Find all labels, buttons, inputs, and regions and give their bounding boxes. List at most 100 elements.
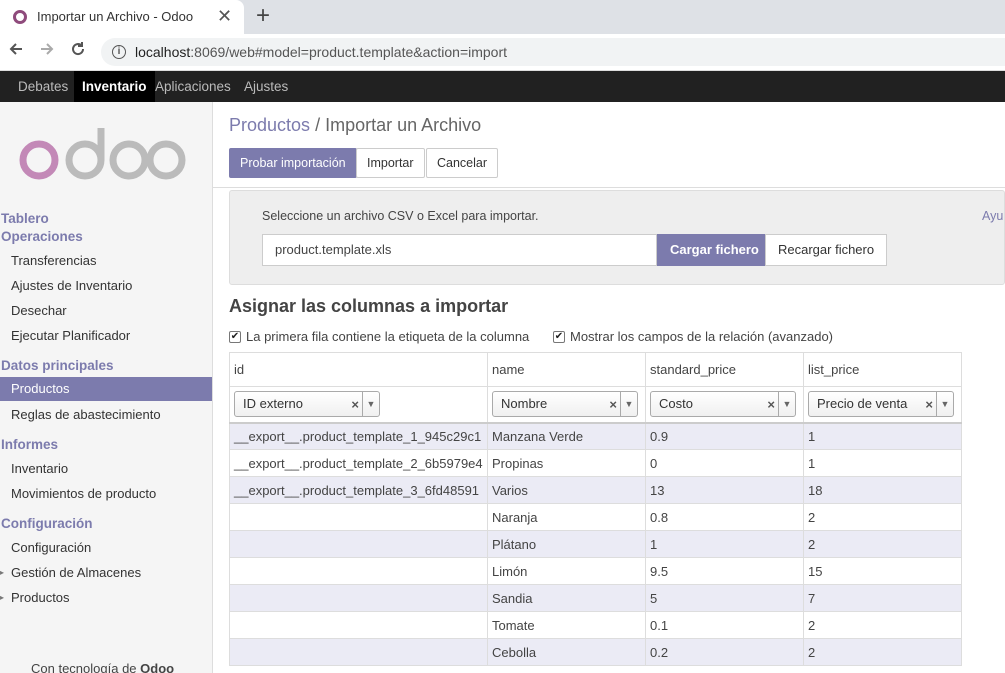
header-row-checkbox[interactable]: ✔ La primera fila contiene la etiqueta d…	[229, 329, 529, 344]
field-select-standard-price[interactable]: Costo × ▼	[650, 391, 796, 418]
table-row: Cebolla 0.2 2	[229, 638, 962, 666]
breadcrumb-productos[interactable]: Productos	[229, 115, 310, 135]
table-cell	[229, 503, 488, 531]
url-host: localhost	[135, 44, 191, 60]
cancel-button[interactable]: Cancelar	[426, 148, 499, 178]
sidebar-item-gestion-almacenes[interactable]: Gestión de Almacenes	[11, 565, 141, 580]
sidebar-heading-configuracion: Configuración	[1, 516, 93, 531]
sidebar-item-reglas-abastecimiento[interactable]: Reglas de abastecimiento	[11, 407, 161, 422]
table-cell: 2	[803, 638, 962, 666]
menu-debates[interactable]: Debates	[10, 71, 76, 102]
chevron-down-icon[interactable]: ▼	[620, 392, 637, 417]
table-cell: __export__.product_template_2_6b5979e4	[229, 449, 488, 477]
odoo-logo[interactable]	[18, 122, 188, 182]
info-icon[interactable]: i	[112, 45, 126, 59]
table-cell: 15	[803, 557, 962, 585]
table-cell	[229, 557, 488, 585]
load-file-button[interactable]: Cargar fichero	[657, 234, 772, 266]
table-cell: Cebolla	[487, 638, 646, 666]
sidebar-item-inventario[interactable]: Inventario	[11, 461, 68, 476]
sidebar-item-ejecutar-planificador[interactable]: Ejecutar Planificador	[11, 328, 130, 343]
table-cell	[229, 638, 488, 666]
back-arrow-icon[interactable]	[7, 40, 25, 63]
url-path: :8069/web#model=product.template&action=…	[190, 44, 508, 60]
sidebar-item-ajustes-inventario[interactable]: Ajustes de Inventario	[11, 278, 132, 293]
url-field[interactable]: i localhost:8069/web#model=product.templ…	[101, 38, 1005, 66]
field-select-value: Costo	[659, 396, 693, 412]
table-cell	[229, 584, 488, 612]
reload-file-button[interactable]: Recargar fichero	[765, 234, 888, 266]
table-cell: Limón	[487, 557, 646, 585]
table-cell: Sandia	[487, 584, 646, 612]
table-cell	[229, 530, 488, 558]
table-cell: 1	[803, 422, 962, 450]
table-cell: 0.8	[645, 503, 804, 531]
sidebar-item-desechar[interactable]: Desechar	[11, 303, 67, 318]
menu-inventario[interactable]: Inventario	[74, 71, 155, 102]
column-header: standard_price	[645, 352, 804, 387]
column-header: list_price	[803, 352, 962, 387]
table-cell: Manzana Verde	[487, 422, 646, 450]
breadcrumb-current: Importar un Archivo	[325, 115, 482, 135]
table-cell: Plátano	[487, 530, 646, 558]
powered-by-brand[interactable]: Odoo	[140, 661, 174, 673]
reload-icon[interactable]	[69, 40, 87, 63]
main-content: Productos / Importar un Archivo Probar i…	[213, 102, 1005, 673]
table-cell: 2	[803, 503, 962, 531]
table-cell: Varios	[487, 476, 646, 504]
clear-icon[interactable]: ×	[351, 393, 359, 417]
file-name-field[interactable]: product.template.xls	[262, 234, 657, 266]
table-cell: __export__.product_template_3_6fd48591	[229, 476, 488, 504]
import-preview-table: id name standard_price list_price ID ext…	[229, 352, 962, 666]
import-button[interactable]: Importar	[356, 148, 425, 178]
table-cell	[229, 611, 488, 639]
menu-aplicaciones[interactable]: Aplicaciones	[147, 71, 239, 102]
new-tab-icon[interactable]: +	[256, 3, 270, 29]
checkbox-checked-icon[interactable]: ✔	[553, 330, 565, 343]
table-cell: 13	[645, 476, 804, 504]
table-cell: Propinas	[487, 449, 646, 477]
table-cell: __export__.product_template_1_945c29c1	[229, 422, 488, 450]
chevron-down-icon[interactable]: ▼	[778, 392, 795, 417]
column-header: id	[229, 352, 488, 387]
caret-right-icon: ▸	[0, 593, 5, 602]
sidebar-item-transferencias[interactable]: Transferencias	[11, 253, 97, 268]
help-link[interactable]: Ayu	[982, 209, 1003, 223]
browser-tab[interactable]: Importar un Archivo - Odoo ✕	[0, 0, 244, 34]
file-import-panel: Seleccione un archivo CSV o Excel para i…	[229, 190, 1005, 285]
clear-icon[interactable]: ×	[609, 393, 617, 417]
forward-arrow-icon[interactable]	[38, 40, 56, 63]
field-select-id[interactable]: ID externo × ▼	[234, 391, 380, 418]
table-cell: 0.9	[645, 422, 804, 450]
table-row: Tomate 0.1 2	[229, 611, 962, 639]
table-cell: 0.2	[645, 638, 804, 666]
test-import-button[interactable]: Probar importación	[229, 148, 357, 178]
sidebar-item-movimientos-producto[interactable]: Movimientos de producto	[11, 486, 156, 501]
clear-icon[interactable]: ×	[767, 393, 775, 417]
caret-right-icon: ▸	[0, 568, 5, 577]
sidebar-heading-datos-principales: Datos principales	[1, 358, 114, 373]
control-panel: Productos / Importar un Archivo Probar i…	[213, 102, 1005, 188]
table-cell: 2	[803, 611, 962, 639]
field-select-name[interactable]: Nombre × ▼	[492, 391, 638, 418]
breadcrumb: Productos / Importar un Archivo	[229, 115, 481, 136]
address-bar: i localhost:8069/web#model=product.templ…	[0, 34, 1005, 71]
checkbox-checked-icon[interactable]: ✔	[229, 330, 241, 343]
sidebar-item-productos-config[interactable]: Productos	[11, 590, 70, 605]
field-select-value: Nombre	[501, 396, 548, 412]
sidebar-item-configuracion[interactable]: Configuración	[11, 540, 91, 555]
clear-icon[interactable]: ×	[925, 393, 933, 417]
sidebar-tablero[interactable]: Tablero	[1, 211, 49, 226]
field-select-list-price[interactable]: Precio de venta × ▼	[808, 391, 954, 418]
table-cell: 1	[645, 530, 804, 558]
show-relations-checkbox[interactable]: ✔ Mostrar los campos de la relación (ava…	[553, 329, 833, 344]
tab-close-icon[interactable]: ✕	[217, 6, 232, 26]
menu-ajustes[interactable]: Ajustes	[236, 71, 296, 102]
sidebar-item-productos[interactable]: Productos	[0, 377, 212, 401]
powered-by: Con tecnología de Odoo	[31, 661, 174, 673]
chevron-down-icon[interactable]: ▼	[936, 392, 953, 417]
field-select-value: Precio de venta	[817, 396, 908, 412]
table-cell: Tomate	[487, 611, 646, 639]
breadcrumb-separator: /	[315, 115, 321, 135]
chevron-down-icon[interactable]: ▼	[362, 392, 379, 417]
